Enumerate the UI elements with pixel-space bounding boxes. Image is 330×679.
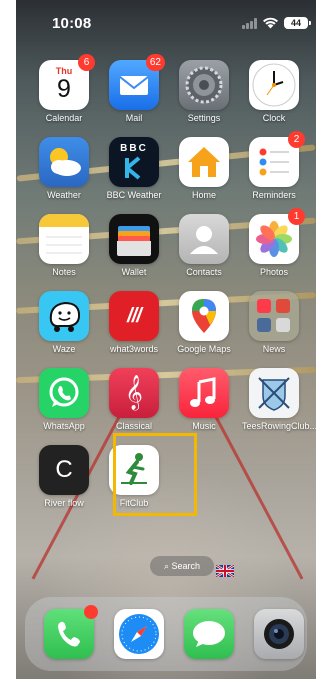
home-screen: 10:08 44 Thu 9 6 Calendar 62 Mail Settin… [16, 0, 316, 679]
phone-notification-dot [84, 605, 98, 619]
mail-badge: 62 [145, 54, 165, 71]
dock-camera[interactable] [247, 609, 311, 659]
app-label: TeesRowingClub... [242, 421, 316, 431]
what3words-glyph: /// [127, 305, 142, 327]
clock-icon [249, 60, 299, 110]
app-mail[interactable]: 62 Mail [102, 54, 166, 123]
dock [25, 597, 307, 671]
calendar-badge: 6 [78, 54, 95, 71]
reminders-badge: 2 [288, 131, 305, 148]
app-google-maps[interactable]: Google Maps [172, 291, 236, 354]
app-home[interactable]: Home [172, 137, 236, 200]
app-news-folder[interactable]: News [242, 291, 306, 354]
app-river-flow[interactable]: C River flow [32, 445, 96, 508]
app-classical[interactable]: 𝄞 Classical [102, 368, 166, 431]
app-label: Google Maps [177, 344, 231, 354]
gear-icon [179, 60, 229, 110]
union-flag-icon [216, 565, 234, 577]
photos-badge: 1 [288, 208, 305, 225]
app-bbc-weather[interactable]: BBC BBC Weather [102, 137, 166, 200]
whatsapp-icon [39, 368, 89, 418]
app-whatsapp[interactable]: WhatsApp [32, 368, 96, 431]
app-label: Waze [52, 344, 76, 354]
app-what3words[interactable]: /// what3words [102, 291, 166, 354]
compass-icon [114, 609, 164, 659]
music-note-icon [179, 368, 229, 418]
river-flow-icon: C [39, 445, 89, 495]
battery-indicator: 44 [284, 17, 311, 29]
status-bar: 10:08 44 [16, 0, 316, 44]
app-label: Weather [47, 190, 81, 200]
map-pin-icon [179, 291, 229, 341]
waze-icon [39, 291, 89, 341]
contact-person-icon [179, 214, 229, 264]
bbc-weather-icon: BBC [109, 137, 159, 187]
dock-messages[interactable] [177, 609, 241, 659]
app-clock[interactable]: Clock [242, 60, 306, 123]
calendar-day: 9 [57, 75, 71, 103]
what3words-icon: /// [109, 291, 159, 341]
weather-icon [39, 137, 89, 187]
app-settings[interactable]: Settings [172, 60, 236, 123]
app-music[interactable]: Music [172, 368, 236, 431]
app-label: Music [192, 421, 216, 431]
speech-bubble-icon [184, 609, 234, 659]
app-notes[interactable]: Notes [32, 214, 96, 277]
app-label: Classical [115, 421, 152, 431]
app-label: Reminders [252, 190, 296, 200]
app-label: what3words [109, 344, 159, 354]
app-label: Wallet [121, 267, 147, 277]
app-weather[interactable]: Weather [32, 137, 96, 200]
app-label: Contacts [186, 267, 222, 277]
folder-icon [249, 291, 299, 341]
treble-clef-icon: 𝄞 [109, 368, 159, 418]
rowing-club-crest-icon [249, 368, 299, 418]
dock-phone[interactable] [37, 605, 101, 659]
app-contacts[interactable]: Contacts [172, 214, 236, 277]
river-flow-glyph: C [55, 456, 73, 483]
app-calendar[interactable]: Thu 9 6 Calendar [32, 54, 96, 123]
search-label: Search [171, 561, 201, 571]
app-label: River flow [44, 498, 84, 508]
fitclub-highlight-box [113, 433, 197, 516]
app-label: News [262, 344, 286, 354]
app-reminders[interactable]: 2 Reminders [242, 131, 306, 200]
app-label: WhatsApp [43, 421, 85, 431]
house-icon [179, 137, 229, 187]
search-icon: ⌕ [163, 561, 169, 571]
app-label: Mail [125, 113, 143, 123]
cellular-signal-icon [242, 18, 258, 29]
app-label: Home [191, 190, 216, 200]
app-label: Photos [259, 267, 289, 277]
app-label: Settings [187, 113, 221, 123]
wifi-icon [263, 17, 278, 29]
bbc-logo: BBC [120, 143, 148, 154]
app-tees-rowing-club[interactable]: TeesRowingClub... [242, 368, 316, 431]
wallpaper-floor-line [211, 410, 304, 580]
app-label: Notes [52, 267, 76, 277]
app-label: Clock [262, 113, 286, 123]
notes-icon [39, 214, 89, 264]
app-photos[interactable]: 1 Photos [242, 208, 306, 277]
app-label: BBC Weather [106, 190, 162, 200]
search-pill[interactable]: ⌕ Search [150, 556, 214, 576]
wallet-icon [109, 214, 159, 264]
camera-lens-icon [254, 609, 304, 659]
app-wallet[interactable]: Wallet [102, 214, 166, 277]
app-label: Calendar [45, 113, 83, 123]
app-waze[interactable]: Waze [32, 291, 96, 354]
status-time: 10:08 [52, 15, 92, 32]
dock-safari[interactable] [107, 609, 171, 659]
